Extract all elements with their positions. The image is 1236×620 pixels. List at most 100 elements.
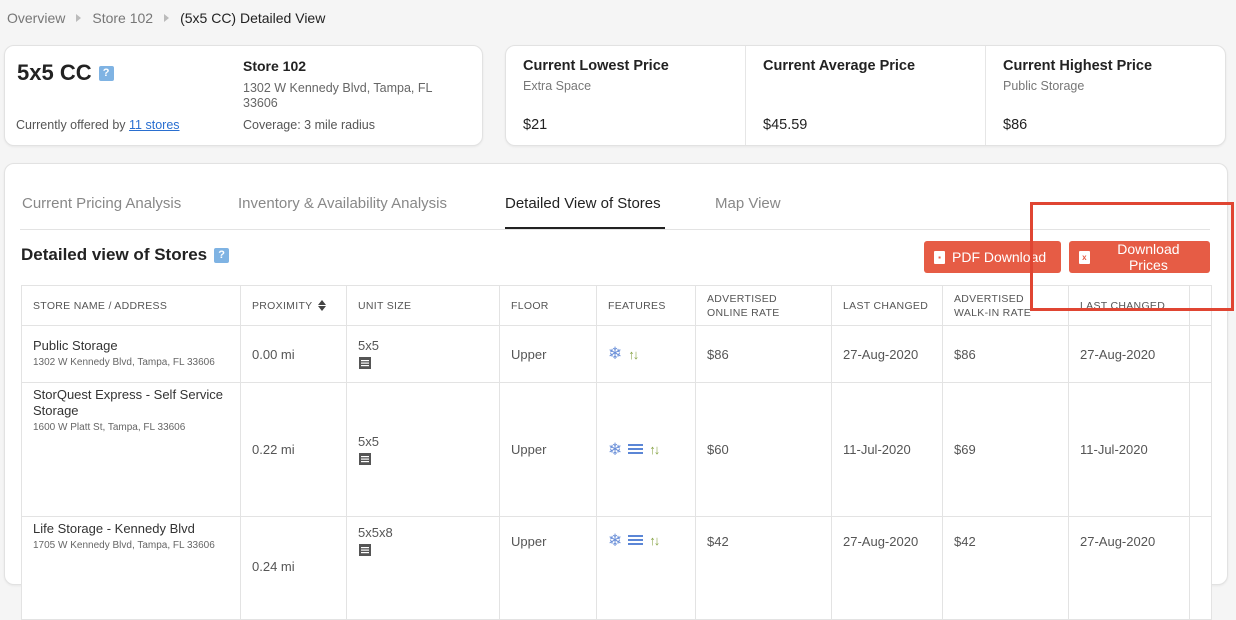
breadcrumb: Overview Store 102 (5x5 CC) Detailed Vie… — [7, 10, 325, 26]
floor-cell: Upper — [499, 516, 597, 620]
offered-prefix: Currently offered by — [16, 118, 126, 132]
pdf-download-button[interactable]: ▪ PDF Download — [924, 241, 1061, 273]
price-value: $86 — [1003, 117, 1028, 133]
indoor-icon — [628, 443, 644, 456]
stores-link[interactable]: 11 stores — [129, 118, 180, 132]
column-header[interactable]: FEATURES — [596, 285, 696, 326]
unit-size: 5x5x8 — [358, 525, 393, 540]
highest-price: Current Highest Price Public Storage $86 — [986, 46, 1225, 145]
table-row: Public Storage 1302 W Kennedy Blvd, Tampa… — [21, 325, 1212, 383]
unit-size: 5x5 — [358, 433, 379, 449]
breadcrumb-separator-icon — [76, 14, 82, 22]
column-header[interactable]: UNIT SIZE — [346, 285, 500, 326]
store-address: 1600 W Platt St, Tampa, FL 33606 — [33, 422, 186, 433]
online-rate-cell: $86 — [695, 325, 832, 383]
last-changed-cell: 27-Aug-2020 — [1068, 325, 1190, 383]
unit-title: 5x5 CC ? — [17, 60, 114, 86]
price-title: Current Lowest Price — [523, 58, 669, 74]
price-value: $45.59 — [763, 117, 808, 133]
unit-size: 5x5 — [358, 338, 379, 353]
unit-size-cell: 5x5x8 — [346, 516, 500, 620]
last-changed-cell: 11-Jul-2020 — [1068, 382, 1190, 517]
price-store: Extra Space — [523, 79, 592, 93]
store-cell: StorQuest Express - Self Service Storage… — [21, 382, 241, 517]
last-changed-cell: 27-Aug-2020 — [831, 516, 943, 620]
features-cell: ❄ ↑↓ — [596, 516, 696, 620]
climate-control-icon: ❄ — [608, 344, 623, 363]
lowest-price: Current Lowest Price Extra Space $21 — [506, 46, 746, 145]
storage-unit-icon — [359, 544, 371, 556]
average-price: Current Average Price $45.59 — [746, 46, 986, 145]
price-title: Current Average Price — [763, 58, 916, 74]
table-row: StorQuest Express - Self Service Storage… — [21, 382, 1212, 517]
elevator-icon: ↑↓ — [649, 533, 660, 548]
table-row: Life Storage - Kennedy Blvd 1705 W Kenned… — [21, 516, 1212, 620]
column-header[interactable]: ADVERTISED WALK-IN RATE — [942, 285, 1069, 326]
breadcrumb-overview[interactable]: Overview — [7, 10, 65, 26]
table-header-row: STORE NAME / ADDRESS PROXIMITY UNIT SIZE… — [21, 285, 1212, 326]
tab-current-pricing[interactable]: Current Pricing Analysis — [22, 195, 181, 212]
climate-control-icon: ❄ — [608, 530, 623, 550]
price-summary-card: Current Lowest Price Extra Space $21 Cur… — [505, 45, 1226, 146]
proximity-cell: 0.22 mi — [240, 382, 347, 517]
elevator-icon: ↑↓ — [628, 346, 639, 362]
breadcrumb-store[interactable]: Store 102 — [92, 10, 153, 26]
unit-summary-card: 5x5 CC ? Currently offered by 11 stores … — [4, 45, 483, 146]
column-header — [1189, 285, 1212, 326]
column-header[interactable]: FLOOR — [499, 285, 597, 326]
store-address: 1705 W Kennedy Blvd, Tampa, FL 33606 — [33, 540, 215, 551]
section-title: Detailed view of Stores ? — [21, 245, 230, 265]
offered-by: Currently offered by 11 stores — [16, 118, 180, 132]
unit-title-text: 5x5 CC — [17, 60, 92, 85]
store-name: Life Storage - Kennedy Blvd — [33, 521, 195, 536]
store-cell: Public Storage 1302 W Kennedy Blvd, Tampa… — [21, 325, 241, 383]
pdf-download-label: PDF Download — [952, 249, 1047, 265]
proximity-cell: 0.24 mi — [240, 516, 347, 620]
store-name: Public Storage — [33, 337, 118, 353]
column-header[interactable]: LAST CHANGED — [1068, 285, 1190, 326]
store-address: 1302 W Kennedy Blvd, Tampa, FL 33606 — [243, 81, 432, 110]
breadcrumb-current: (5x5 CC) Detailed View — [180, 10, 326, 26]
elevator-icon: ↑↓ — [649, 442, 660, 457]
tabs-divider — [20, 229, 1210, 230]
column-header[interactable]: ADVERTISED ONLINE RATE — [695, 285, 832, 326]
sort-icon[interactable] — [318, 300, 327, 312]
column-header[interactable]: LAST CHANGED — [831, 285, 943, 326]
column-header[interactable]: STORE NAME / ADDRESS — [21, 285, 241, 326]
breadcrumb-separator-icon — [164, 14, 170, 22]
section-title-text: Detailed view of Stores — [21, 245, 208, 264]
download-prices-label: Download Prices — [1117, 241, 1180, 273]
tab-map-view[interactable]: Map View — [715, 195, 781, 212]
features-cell: ❄ ↑↓ — [596, 382, 696, 517]
download-prices-button[interactable]: x Download Prices — [1069, 241, 1210, 273]
walkin-rate-cell: $69 — [942, 382, 1069, 517]
column-header-label: PROXIMITY — [252, 299, 313, 312]
unit-size-cell: 5x5 — [346, 325, 500, 383]
price-title: Current Highest Price — [1003, 58, 1153, 74]
tab-detailed-view[interactable]: Detailed View of Stores — [505, 195, 661, 212]
last-changed-cell: 11-Jul-2020 — [831, 382, 943, 517]
storage-unit-icon — [359, 357, 371, 369]
tab-inventory[interactable]: Inventory & Availability Analysis — [238, 195, 447, 212]
column-header-proximity[interactable]: PROXIMITY — [240, 285, 347, 326]
price-value: $21 — [523, 117, 548, 133]
unit-size-cell: 5x5 — [346, 382, 500, 517]
help-icon[interactable]: ? — [98, 65, 114, 81]
floor-cell: Upper — [499, 325, 597, 383]
walkin-rate-cell: $42 — [942, 516, 1069, 620]
stores-table: STORE NAME / ADDRESS PROXIMITY UNIT SIZE… — [21, 285, 1212, 620]
empty-cell — [1189, 325, 1212, 383]
storage-unit-icon — [359, 452, 371, 465]
empty-cell — [1189, 516, 1212, 620]
price-store: Public Storage — [1003, 79, 1085, 93]
floor-cell: Upper — [499, 382, 597, 517]
online-rate-cell: $42 — [695, 516, 832, 620]
coverage: Coverage: 3 mile radius — [243, 118, 376, 132]
store-name: Store 102 — [243, 58, 307, 74]
store-name: StorQuest Express - Self Service Storage — [33, 387, 224, 418]
pdf-file-icon: ▪ — [934, 250, 945, 264]
walkin-rate-cell: $86 — [942, 325, 1069, 383]
help-icon[interactable]: ? — [214, 247, 230, 263]
excel-file-icon: x — [1079, 250, 1090, 264]
features-cell: ❄ ↑↓ — [596, 325, 696, 383]
